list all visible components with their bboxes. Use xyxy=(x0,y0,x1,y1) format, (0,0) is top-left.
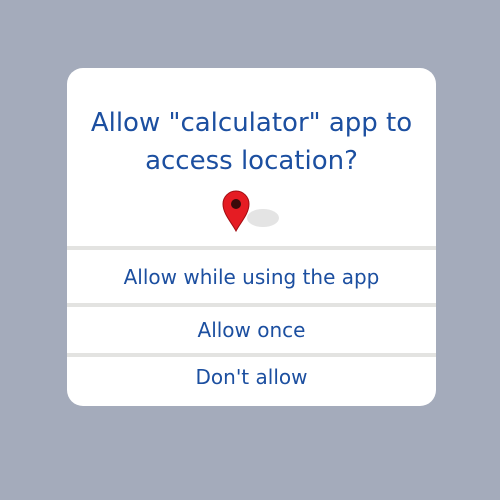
dialog-title: Allow "calculator" app to access locatio… xyxy=(90,108,413,176)
location-pin-icon xyxy=(222,190,279,233)
pin-shadow xyxy=(247,209,279,227)
allow-while-using-button[interactable]: Allow while using the app xyxy=(67,250,436,303)
pin-body xyxy=(222,190,250,233)
dont-allow-button[interactable]: Don't allow xyxy=(67,357,436,397)
pin-dot xyxy=(231,199,241,209)
permission-dialog: Allow "calculator" app to access locatio… xyxy=(67,68,436,406)
allow-once-button[interactable]: Allow once xyxy=(67,307,436,353)
